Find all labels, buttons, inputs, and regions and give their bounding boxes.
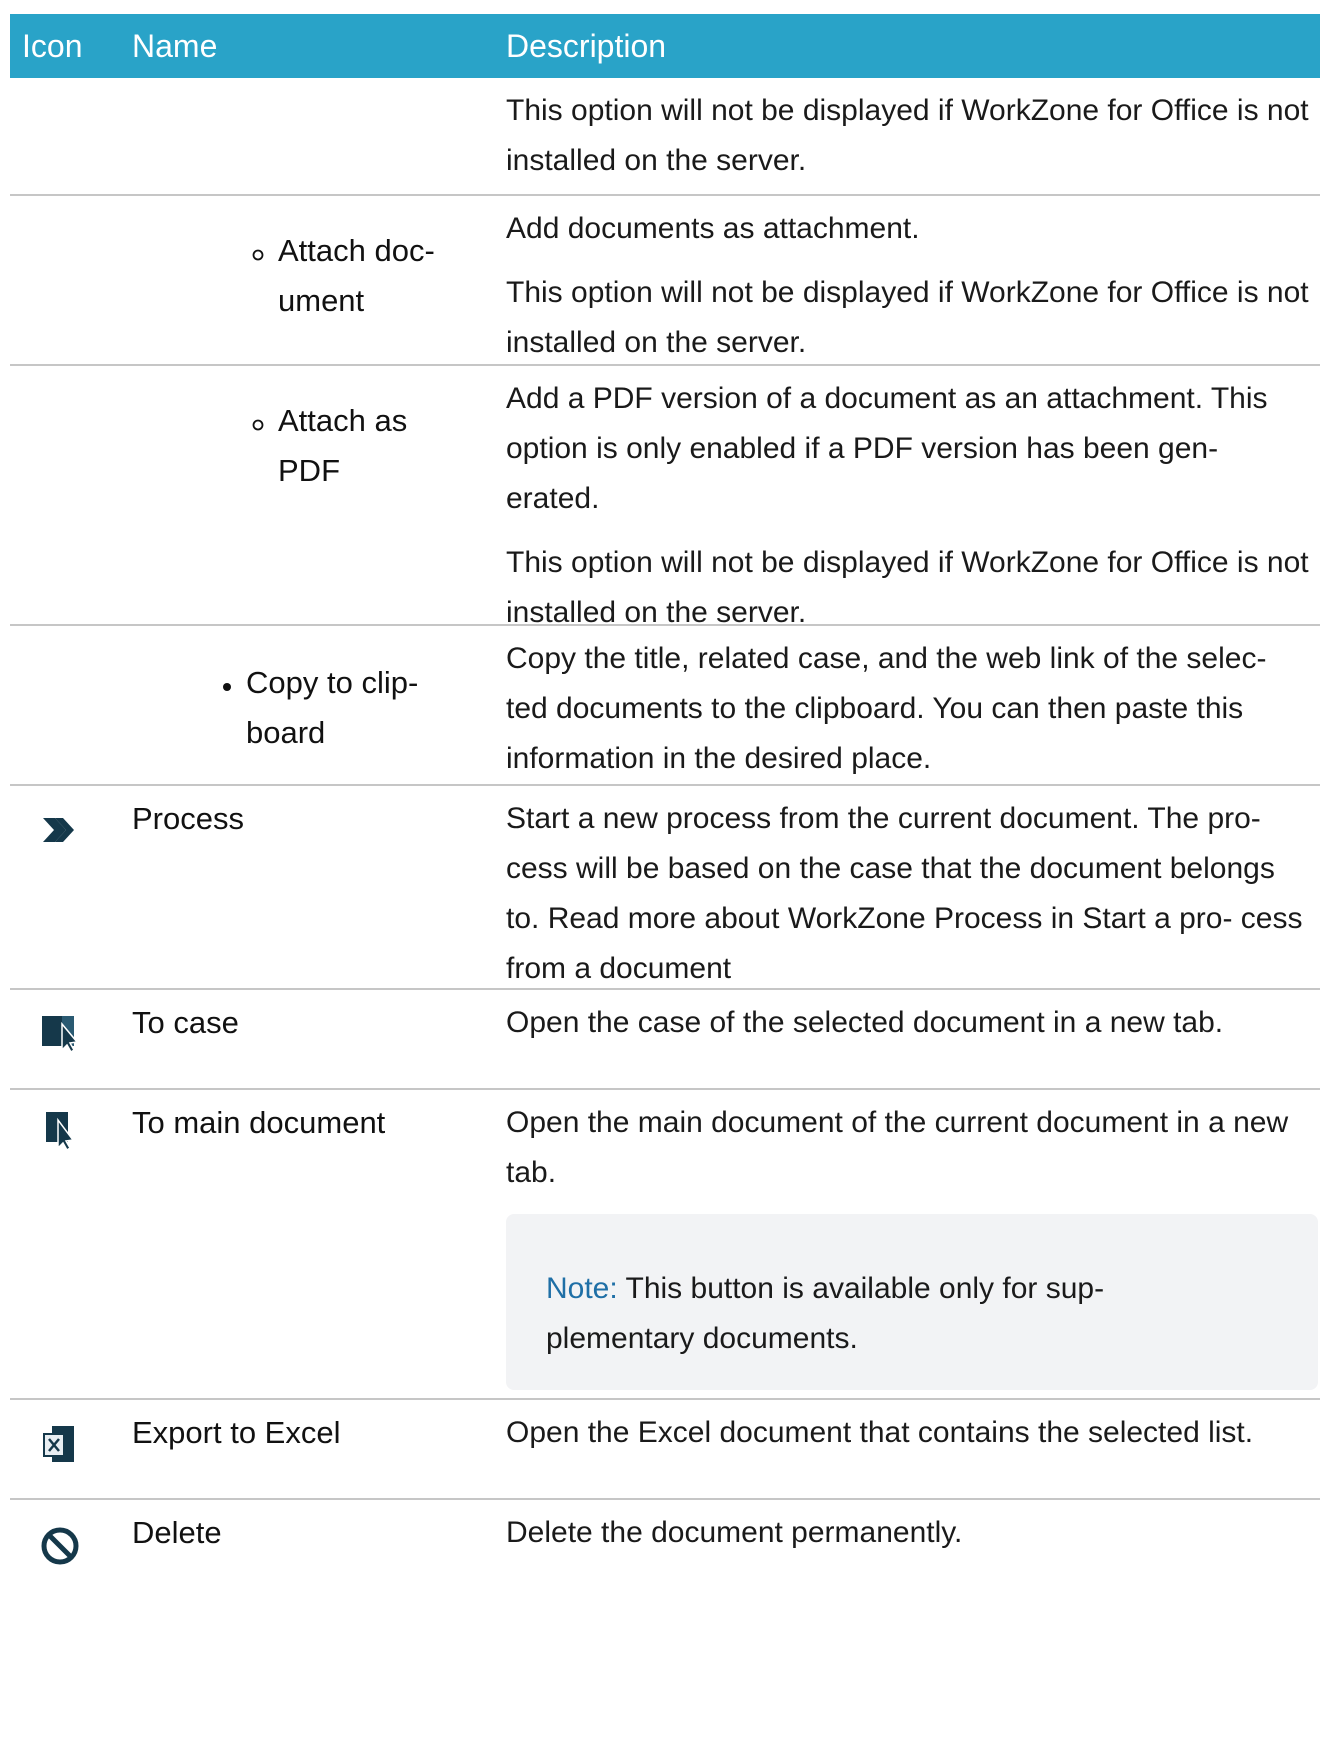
table-row: Process Start a new process from the cur…	[10, 786, 1320, 990]
row-description: Start a new process from the current doc…	[506, 802, 1303, 985]
note-label: Note:	[546, 1272, 618, 1305]
table-row: Attach doc- ument Add documents as attac…	[10, 196, 1320, 366]
toolbar-buttons-table: Icon Name Description This option will n…	[10, 14, 1320, 1600]
header-description: Description	[506, 28, 667, 64]
row-description: Add a PDF version of a document as an at…	[506, 382, 1309, 629]
header-icon: Icon	[22, 28, 83, 64]
row-description: Delete the document permanently.	[506, 1516, 963, 1549]
process-chevron-icon	[43, 818, 74, 842]
table-row: Copy to clip- board Copy the title, rela…	[10, 626, 1320, 786]
row-name: Copy to clip- board	[246, 665, 419, 750]
row-description: Open the case of the selected document i…	[506, 1006, 1224, 1039]
row-description: Copy the title, related case, and the we…	[506, 642, 1267, 775]
header-name: Name	[132, 28, 218, 64]
table-row: Delete Delete the document permanently.	[10, 1500, 1320, 1600]
row-name: Attach as PDF	[278, 403, 408, 488]
note-text: Note: This button is available only for …	[546, 1264, 1246, 1364]
table-header: Icon Name Description	[10, 14, 1320, 78]
table-row: Attach as PDF Add a PDF version of a doc…	[10, 366, 1320, 629]
note-body: This button is available only for sup- p…	[546, 1272, 1105, 1355]
table-row: To case Open the case of the selected do…	[10, 990, 1320, 1090]
table-row: Export to Excel Open the Excel document …	[10, 1400, 1320, 1500]
row-name: Delete	[132, 1515, 222, 1550]
row-description: Open the Excel document that contains th…	[506, 1416, 1254, 1449]
row-description: Open the main document of the current do…	[506, 1106, 1289, 1189]
table-row: This option will not be displayed if Wor…	[10, 78, 1320, 196]
row-name: Process	[132, 801, 244, 836]
table-row: To main document Open the main document …	[10, 1090, 1320, 1400]
note-box: Note: This button is available only for …	[506, 1214, 1318, 1390]
delete-prohibited-icon	[41, 1527, 79, 1565]
to-case-icon	[42, 1016, 79, 1052]
row-description: Add documents as attachment. This option…	[506, 212, 1309, 359]
excel-icon	[43, 1426, 74, 1462]
filled-bullet-icon	[223, 683, 231, 691]
hollow-bullet-icon	[252, 419, 264, 431]
row-name: To case	[132, 1005, 239, 1040]
hollow-bullet-icon	[252, 249, 264, 261]
row-description: This option will not be displayed if Wor…	[506, 94, 1309, 177]
row-name: To main document	[132, 1105, 386, 1140]
row-name: Export to Excel	[132, 1415, 341, 1450]
to-main-document-icon	[46, 1112, 75, 1150]
row-name: Attach doc- ument	[278, 233, 435, 318]
